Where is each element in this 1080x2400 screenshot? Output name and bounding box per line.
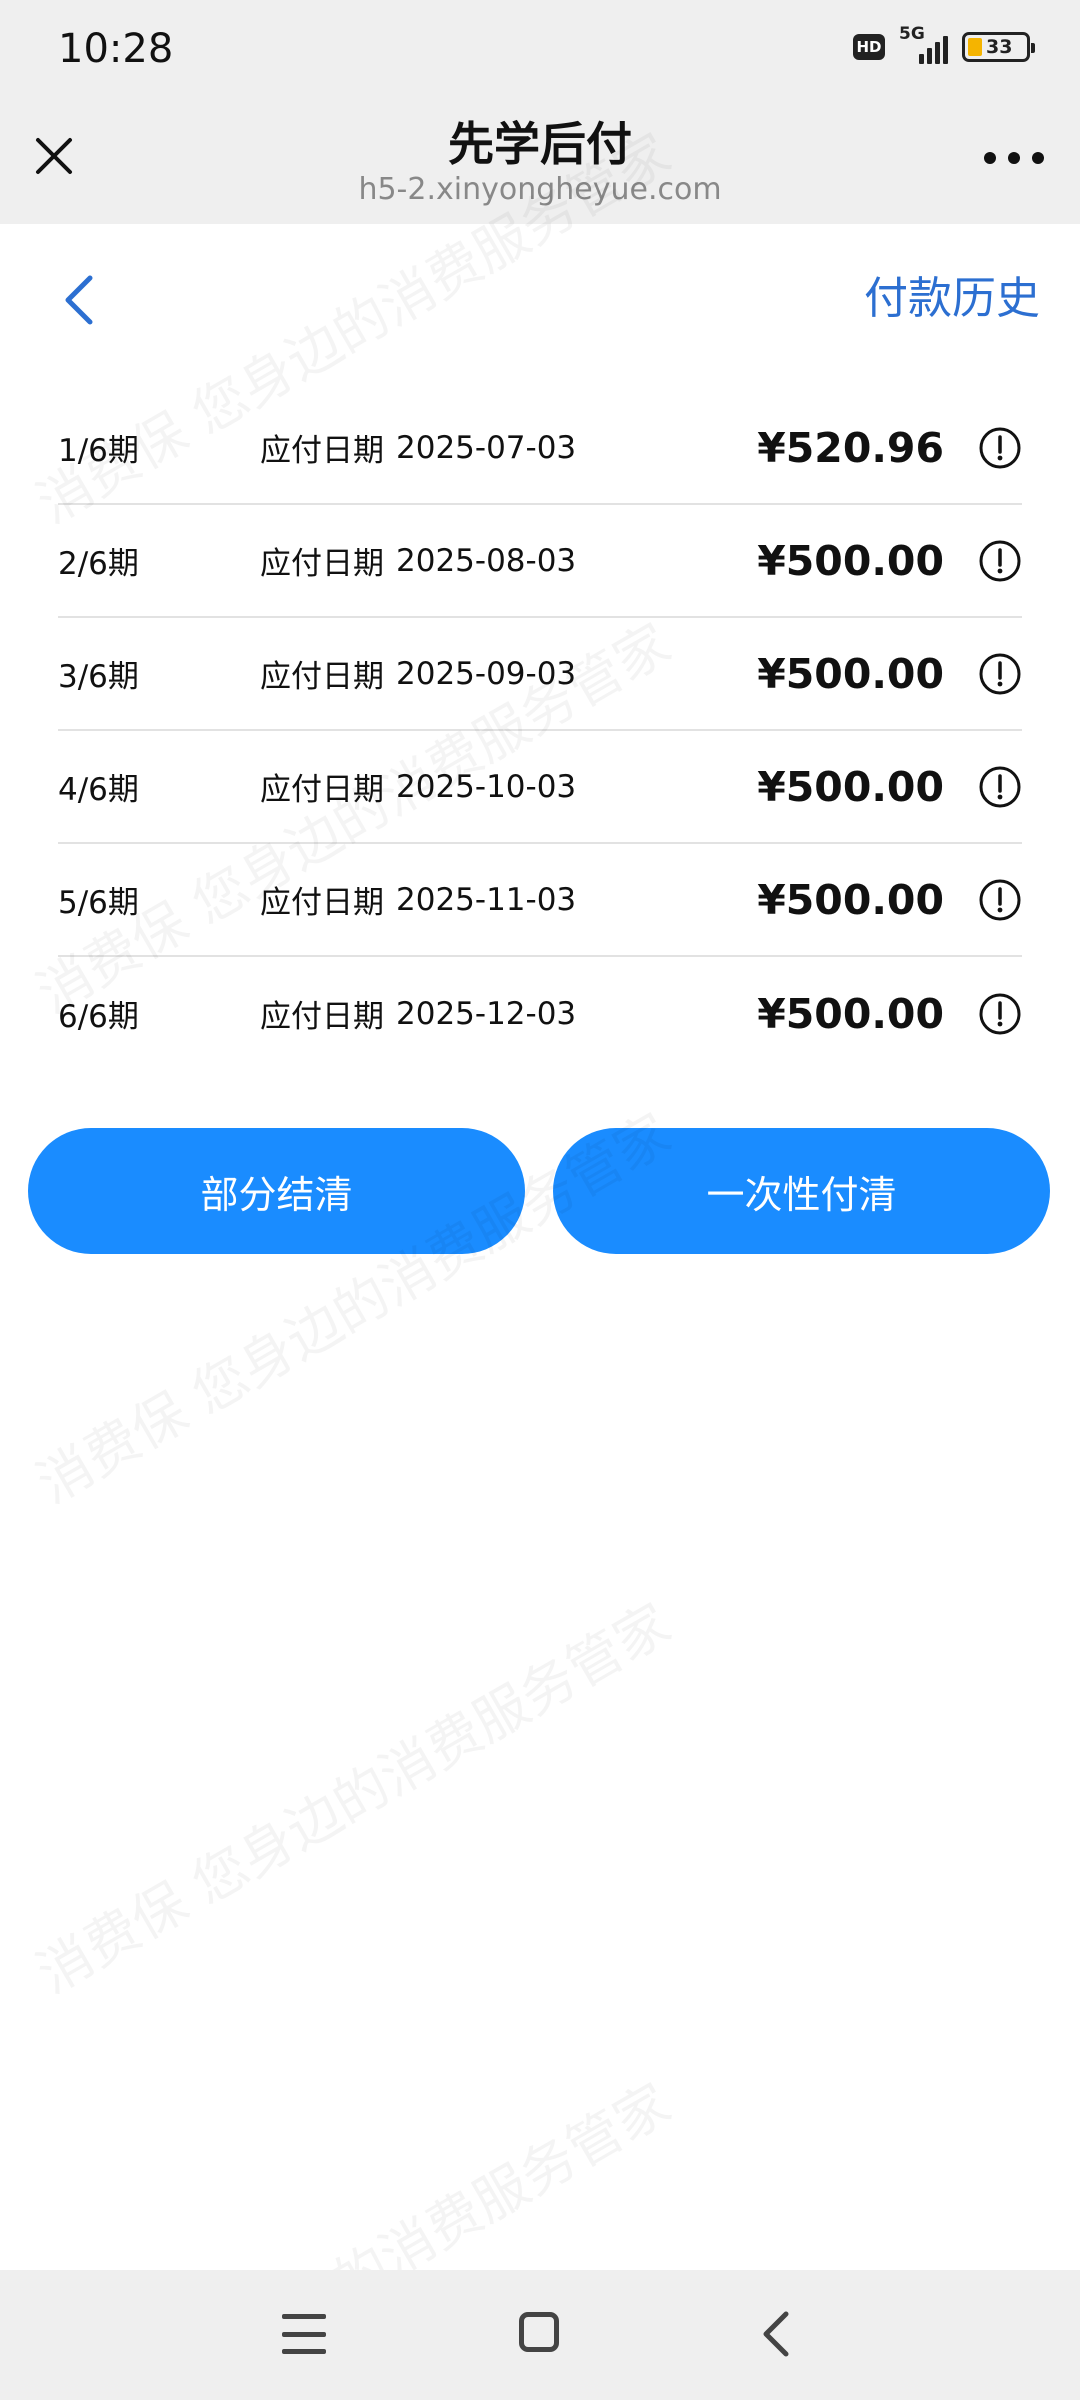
info-icon[interactable] xyxy=(978,992,1022,1036)
battery-level: 33 xyxy=(986,36,1013,58)
network-type: 5G xyxy=(899,24,925,44)
installment-period: 4/6期 xyxy=(58,772,139,808)
system-back-icon[interactable] xyxy=(758,2310,792,2358)
status-icons: HD 5G 33 xyxy=(853,24,1035,64)
due-date-label: 应付日期 xyxy=(260,659,384,695)
info-icon[interactable] xyxy=(978,765,1022,809)
hd-icon: HD xyxy=(853,34,885,60)
back-arrow-icon[interactable] xyxy=(56,272,104,328)
installment-amount: ¥500.00 xyxy=(757,875,944,924)
installment-period: 1/6期 xyxy=(58,433,139,469)
info-icon[interactable] xyxy=(978,652,1022,696)
due-date: 2025-10-03 xyxy=(396,768,577,805)
due-date: 2025-08-03 xyxy=(396,542,577,579)
due-date-label: 应付日期 xyxy=(260,999,384,1035)
recent-apps-icon[interactable] xyxy=(282,2314,326,2354)
home-icon[interactable] xyxy=(519,2312,559,2352)
screen: 10:28 HD 5G 33 先学后付 h5-2.xinyongheyue.co… xyxy=(0,0,1080,2400)
installment-period: 2/6期 xyxy=(58,546,139,582)
info-icon[interactable] xyxy=(978,539,1022,583)
more-options-icon[interactable] xyxy=(984,146,1044,170)
due-date: 2025-11-03 xyxy=(396,881,577,918)
installment-period: 6/6期 xyxy=(58,999,139,1035)
installment-amount: ¥500.00 xyxy=(757,649,944,698)
installment-row: 4/6期 应付日期 2025-10-03 ¥500.00 xyxy=(58,731,1022,844)
watermark-text: 消费保 您身边的消费服务管家 xyxy=(20,1580,682,2008)
installment-period: 5/6期 xyxy=(58,885,139,921)
installment-row: 3/6期 应付日期 2025-09-03 ¥500.00 xyxy=(58,618,1022,731)
signal-icon: 5G xyxy=(899,24,948,64)
installment-amount: ¥500.00 xyxy=(757,989,944,1038)
installment-amount: ¥520.96 xyxy=(757,423,944,472)
installment-row: 6/6期 应付日期 2025-12-03 ¥500.00 xyxy=(58,957,1022,1070)
installment-row: 2/6期 应付日期 2025-08-03 ¥500.00 xyxy=(58,505,1022,618)
info-icon[interactable] xyxy=(978,878,1022,922)
partial-settle-button[interactable]: 部分结清 xyxy=(28,1128,525,1254)
due-date-label: 应付日期 xyxy=(260,885,384,921)
due-date: 2025-09-03 xyxy=(396,655,577,692)
battery-icon: 33 xyxy=(962,32,1035,62)
installment-amount: ¥500.00 xyxy=(757,536,944,585)
page-url: h5-2.xinyongheyue.com xyxy=(358,172,722,207)
due-date: 2025-12-03 xyxy=(396,995,577,1032)
installment-list: 1/6期 应付日期 2025-07-03 ¥520.96 2/6期 应付日期 2… xyxy=(58,392,1022,1070)
system-navigation-bar xyxy=(0,2270,1080,2400)
status-time: 10:28 xyxy=(58,26,174,72)
payment-history-link[interactable]: 付款历史 xyxy=(864,262,1040,326)
info-icon[interactable] xyxy=(978,426,1022,470)
page-title: 先学后付 xyxy=(448,117,632,171)
installment-amount: ¥500.00 xyxy=(757,762,944,811)
installment-row: 1/6期 应付日期 2025-07-03 ¥520.96 xyxy=(58,392,1022,505)
browser-header: 10:28 HD 5G 33 先学后付 h5-2.xinyongheyue.co… xyxy=(0,0,1080,224)
due-date-label: 应付日期 xyxy=(260,433,384,469)
due-date: 2025-07-03 xyxy=(396,429,577,466)
due-date-label: 应付日期 xyxy=(260,772,384,808)
pay-in-full-button[interactable]: 一次性付清 xyxy=(553,1128,1050,1254)
due-date-label: 应付日期 xyxy=(260,546,384,582)
installment-row: 5/6期 应付日期 2025-11-03 ¥500.00 xyxy=(58,844,1022,957)
installment-period: 3/6期 xyxy=(58,659,139,695)
